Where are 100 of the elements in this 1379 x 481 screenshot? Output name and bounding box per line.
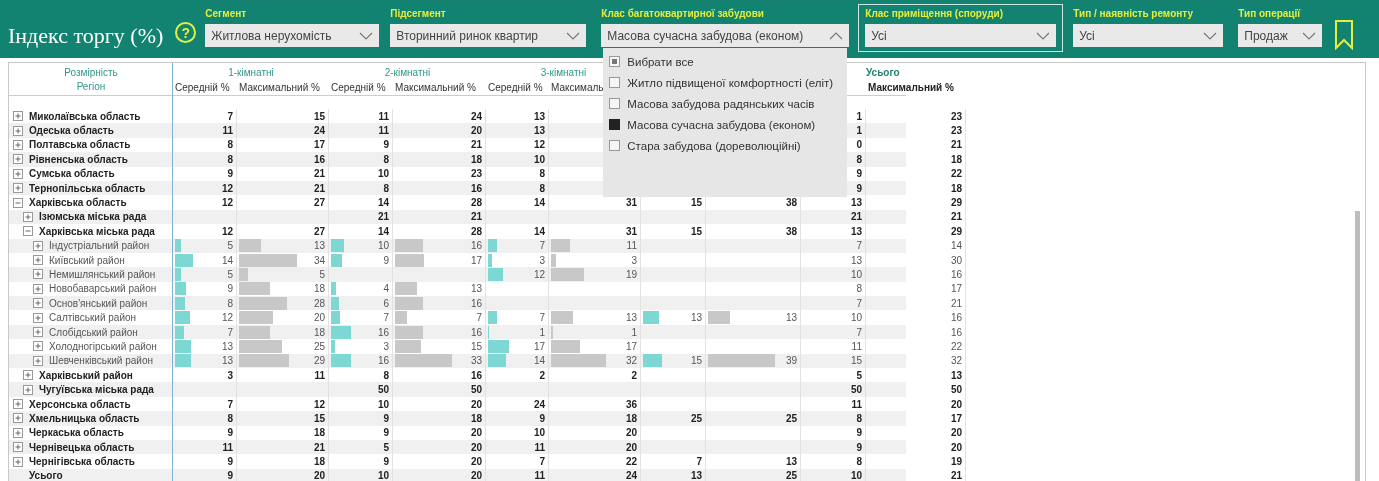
expand-icon[interactable] [33,341,43,352]
column-group-header: Усього [866,66,900,80]
table-cell: 50 [850,384,862,396]
expand-icon[interactable] [33,283,43,294]
table-cell: 8 [539,168,545,180]
menu-option[interactable]: Стара забудова (дореволюційні) [609,135,842,156]
table-cell: 10 [533,153,545,165]
table-cell: 38 [785,225,797,237]
table-cell: 21 [950,139,962,151]
menu-option[interactable]: Вибрати все [609,51,842,72]
expand-icon[interactable] [13,168,23,179]
table-cell: 50 [470,384,482,396]
table-cell: 18 [470,412,482,424]
region-name: Холодногірський район [49,340,157,352]
table-cell: 7 [227,326,233,338]
table-cell: 14 [533,225,545,237]
table-cell: 6 [383,297,389,309]
chevron-icon [1302,31,1317,40]
checkbox[interactable] [609,98,621,109]
expand-icon[interactable] [13,111,23,122]
dropdown[interactable]: Усі [865,24,1057,47]
table-cell: 10 [850,470,862,481]
expand-icon[interactable] [13,427,23,438]
expand-icon[interactable] [13,413,23,424]
bookmark-icon[interactable] [1334,20,1355,50]
dropdown[interactable]: Масова сучасна забудова (економ) [601,24,850,47]
menu-option[interactable]: Житло підвищеної комфортності (еліт) [609,72,842,93]
region-name: Новобаварський район [49,283,157,295]
menu-option[interactable]: Масова сучасна забудова (економ) [609,114,842,135]
checkbox[interactable] [609,119,621,130]
expand-icon[interactable] [33,255,43,266]
table-cell: 20 [625,441,637,453]
table-cell: 1 [856,125,862,137]
expand-icon[interactable] [13,399,23,409]
expand-icon[interactable] [33,298,43,309]
table-cell: 7 [856,326,862,338]
table-cell: 21 [377,211,389,223]
table-cell: 9 [227,283,233,295]
column-header: Максимальний % [867,81,954,95]
table-cell: 20 [470,398,482,410]
region-name: Хмельницька область [29,412,140,424]
expand-icon[interactable] [23,384,33,395]
table-cell: 9 [856,168,862,180]
table-cell: 5 [319,269,325,280]
table-cell: 8 [383,369,389,381]
table-cell: 19 [950,456,962,468]
expand-icon[interactable] [33,355,43,366]
table-cell: 16 [950,326,962,338]
expand-icon[interactable] [33,269,43,280]
checkbox[interactable] [609,140,621,151]
menu-option[interactable]: Масова забудова радянських часів [609,93,842,114]
region-name: Немишлянський район [49,269,156,280]
chevron-icon [359,31,374,40]
expand-icon[interactable] [13,456,23,467]
expand-icon[interactable] [33,327,43,338]
collapse-icon[interactable] [13,197,23,208]
table-cell: 7 [539,456,545,468]
table-cell: 39 [785,355,797,367]
slicer-label: Підсегмент [390,8,447,21]
table-cell: 1 [856,110,862,122]
table-cell: 12 [221,182,233,194]
table-cell: 22 [950,340,962,352]
slicer-label: Клас приміщення (споруди) [865,8,1004,21]
region-name: Сумська область [29,168,115,180]
table-cell: 17 [950,412,962,424]
expand-icon[interactable] [13,125,23,136]
chevron-icon [1203,31,1218,40]
table-cell: 8 [227,297,233,309]
table-cell: 10 [377,470,389,481]
expand-icon[interactable] [23,370,33,381]
table-cell: 9 [227,168,233,180]
expand-icon[interactable] [33,312,43,323]
help-button[interactable]: ? [175,22,197,43]
table-cell: 21 [850,211,862,223]
table-cell: 25 [785,412,797,424]
expand-icon[interactable] [23,211,33,222]
table-cell: 25 [785,470,797,481]
table-cell: 5 [227,240,233,252]
table-cell: 14 [377,197,389,209]
slicer-label: Сегмент [205,8,248,21]
dropdown[interactable]: Продаж [1238,24,1323,47]
expand-icon[interactable] [13,442,23,453]
dropdown[interactable]: Усі [1073,24,1224,47]
expand-icon[interactable] [13,183,23,194]
table-cell: 7 [383,312,389,324]
table-cell: 7 [696,456,702,468]
collapse-icon[interactable] [23,226,33,237]
scrollbar-thumb[interactable] [1355,211,1360,481]
table-cell: 15 [313,110,325,122]
chevron-icon [1036,31,1051,40]
table-cell: 10 [850,269,862,280]
expand-icon[interactable] [33,240,43,251]
expand-icon[interactable] [13,139,23,150]
dropdown[interactable]: Житлова нерухомість [205,24,380,47]
checkbox[interactable] [609,56,621,67]
slicer-label: Тип операції [1238,8,1302,21]
checkbox[interactable] [609,77,621,88]
table-cell: 16 [950,269,962,280]
expand-icon[interactable] [13,154,23,165]
dropdown[interactable]: Вторинний ринок квартир [390,24,587,47]
